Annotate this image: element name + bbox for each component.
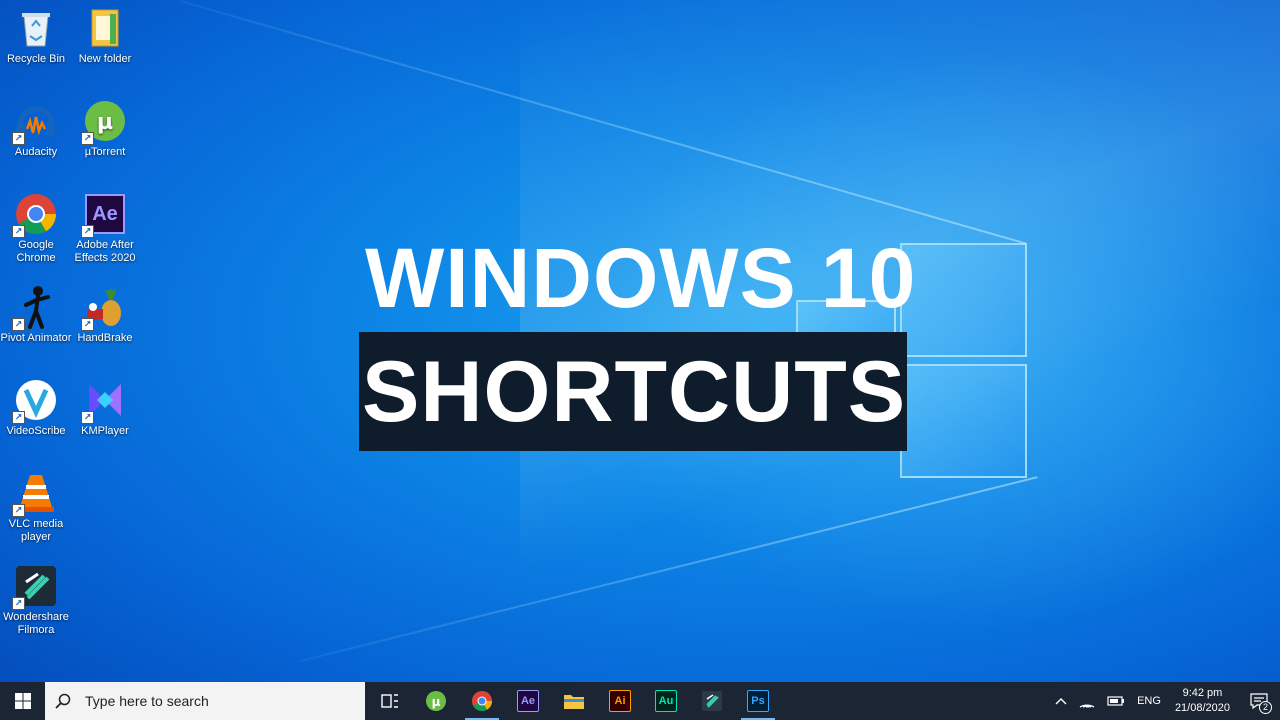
filmora-icon bbox=[702, 691, 722, 711]
icon-label: HandBrake bbox=[77, 332, 133, 344]
icon-label: VLC media player bbox=[8, 518, 64, 543]
after-effects-icon: Ae ↗ bbox=[81, 192, 127, 238]
battery-button[interactable] bbox=[1101, 682, 1131, 720]
task-view-icon bbox=[381, 694, 398, 708]
video-title-line2: SHORTCUTS bbox=[362, 344, 907, 440]
taskbar-after-effects[interactable]: Ae bbox=[505, 682, 551, 720]
chrome-icon bbox=[472, 691, 492, 711]
handbrake-icon: ↗ bbox=[81, 285, 127, 331]
taskbar-utorrent[interactable]: µ bbox=[413, 682, 459, 720]
icon-label: KMPlayer bbox=[81, 425, 129, 437]
shortcut-arrow-icon: ↗ bbox=[12, 132, 25, 145]
svg-text:µ: µ bbox=[97, 110, 113, 135]
icon-label: Wondershare Filmora bbox=[3, 611, 69, 636]
language-indicator[interactable]: ENG bbox=[1131, 682, 1167, 720]
task-view-button[interactable] bbox=[367, 682, 413, 720]
ai-icon: Ai bbox=[609, 690, 631, 712]
desktop-icon-recycle-bin[interactable]: Recycle Bin bbox=[0, 6, 72, 66]
video-title-line1: WINDOWS 10 bbox=[365, 231, 917, 325]
shortcut-arrow-icon: ↗ bbox=[81, 132, 94, 145]
icon-label: Recycle Bin bbox=[6, 53, 66, 65]
wallpaper-beam bbox=[299, 476, 1038, 662]
system-tray: ENG 9:42 pm 21/08/2020 2 bbox=[1049, 682, 1280, 720]
desktop-icon-new-folder[interactable]: New folder bbox=[69, 6, 141, 66]
desktop-icon-audacity[interactable]: ↗ Audacity bbox=[0, 99, 72, 159]
icon-label: Audacity bbox=[14, 146, 58, 158]
shortcut-arrow-icon: ↗ bbox=[12, 597, 25, 610]
shortcut-arrow-icon: ↗ bbox=[12, 411, 25, 424]
icon-label: Pivot Animator bbox=[0, 332, 72, 344]
battery-icon bbox=[1107, 696, 1125, 706]
kmplayer-icon: ↗ bbox=[81, 378, 127, 424]
show-hidden-icons-button[interactable] bbox=[1049, 682, 1073, 720]
au-icon: Au bbox=[655, 690, 677, 712]
wallpaper-logo-pane bbox=[900, 364, 1027, 478]
icon-label: VideoScribe bbox=[6, 425, 66, 437]
taskbar-filmora[interactable] bbox=[689, 682, 735, 720]
shortcut-arrow-icon: ↗ bbox=[81, 225, 94, 238]
desktop-icon-utorrent[interactable]: µ ↗ µTorrent bbox=[69, 99, 141, 159]
shortcut-arrow-icon: ↗ bbox=[12, 504, 25, 517]
wifi-icon bbox=[1079, 704, 1095, 708]
icon-label: µTorrent bbox=[84, 146, 126, 158]
folder-icon bbox=[564, 695, 584, 709]
clock-time: 9:42 pm bbox=[1182, 687, 1223, 699]
icon-label: New folder bbox=[78, 53, 132, 65]
filmora-icon: ↗ bbox=[12, 564, 58, 610]
shortcut-arrow-icon: ↗ bbox=[12, 225, 25, 238]
utorrent-icon: µ bbox=[426, 691, 446, 711]
vlc-cone-icon: ↗ bbox=[12, 471, 58, 517]
search-placeholder: Type here to search bbox=[85, 693, 209, 709]
taskbar-search-box[interactable]: Type here to search bbox=[45, 682, 365, 720]
chevron-up-icon bbox=[1055, 698, 1067, 705]
ps-icon: Ps bbox=[747, 690, 769, 712]
shortcut-arrow-icon: ↗ bbox=[81, 318, 94, 331]
desktop-icon-videoscribe[interactable]: ↗ VideoScribe bbox=[0, 378, 72, 438]
desktop-icon-google-chrome[interactable]: ↗ Google Chrome bbox=[0, 192, 72, 265]
svg-text:µ: µ bbox=[432, 695, 441, 709]
wallpaper-logo-pane bbox=[900, 243, 1027, 357]
clock-date: 21/08/2020 bbox=[1174, 702, 1230, 714]
desktop-icon-after-effects[interactable]: Ae ↗ Adobe After Effects 2020 bbox=[69, 192, 141, 265]
taskbar-chrome[interactable] bbox=[459, 682, 505, 720]
desktop-icon-filmora[interactable]: ↗ Wondershare Filmora bbox=[0, 564, 72, 637]
taskbar-photoshop[interactable]: Ps bbox=[735, 682, 781, 720]
search-icon bbox=[55, 693, 77, 709]
desktop-icon-kmplayer[interactable]: ↗ KMPlayer bbox=[69, 378, 141, 438]
icon-label: Google Chrome bbox=[16, 239, 56, 264]
taskbar: Type here to search µ Ae Ai Au Ps ENG 9:… bbox=[0, 682, 1280, 720]
icon-label: Adobe After Effects 2020 bbox=[74, 239, 136, 264]
videoscribe-icon: ↗ bbox=[12, 378, 58, 424]
action-center-button[interactable]: 2 bbox=[1238, 682, 1280, 720]
shortcut-arrow-icon: ↗ bbox=[12, 318, 25, 331]
windows-logo-icon bbox=[14, 693, 31, 709]
recycle-bin-icon bbox=[14, 6, 58, 50]
wallpaper-beam bbox=[179, 0, 1027, 245]
pivot-animator-icon: ↗ bbox=[12, 285, 58, 331]
clock[interactable]: 9:42 pm 21/08/2020 bbox=[1167, 686, 1238, 716]
folder-icon bbox=[83, 6, 127, 50]
taskbar-illustrator[interactable]: Ai bbox=[597, 682, 643, 720]
chrome-icon: ↗ bbox=[12, 192, 58, 238]
desktop-icon-vlc[interactable]: ↗ VLC media player bbox=[0, 471, 72, 544]
notification-count-badge: 2 bbox=[1259, 701, 1272, 714]
ae-icon: Ae bbox=[517, 690, 539, 712]
start-button[interactable] bbox=[0, 682, 45, 720]
taskbar-file-explorer[interactable] bbox=[551, 682, 597, 720]
network-button[interactable] bbox=[1073, 682, 1101, 720]
desktop-icon-handbrake[interactable]: ↗ HandBrake bbox=[69, 285, 141, 345]
taskbar-audition[interactable]: Au bbox=[643, 682, 689, 720]
shortcut-arrow-icon: ↗ bbox=[81, 411, 94, 424]
audacity-icon: ↗ bbox=[12, 99, 58, 145]
utorrent-icon: µ ↗ bbox=[81, 99, 127, 145]
desktop-icon-pivot-animator[interactable]: ↗ Pivot Animator bbox=[0, 285, 72, 345]
